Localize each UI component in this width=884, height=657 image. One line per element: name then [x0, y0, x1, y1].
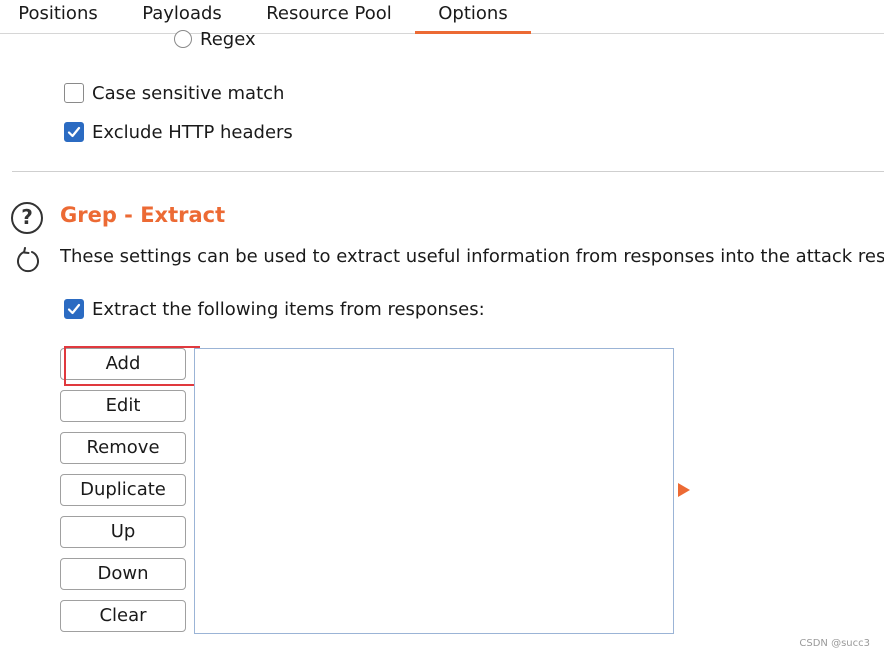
up-button[interactable]: Up: [60, 516, 186, 548]
regex-radio[interactable]: [174, 30, 192, 48]
expand-arrow-icon[interactable]: [678, 483, 690, 497]
watermark: CSDN @succ3: [799, 638, 870, 649]
tab-resource-pool[interactable]: Resource Pool: [256, 0, 402, 31]
edit-button[interactable]: Edit: [60, 390, 186, 422]
regex-label: Regex: [200, 28, 256, 50]
regex-radio-row[interactable]: Regex: [174, 28, 256, 50]
refresh-icon[interactable]: [15, 247, 41, 273]
tab-bar: Positions Payloads Resource Pool Options: [0, 0, 884, 34]
exclude-headers-label: Exclude HTTP headers: [92, 121, 293, 143]
duplicate-button[interactable]: Duplicate: [60, 474, 186, 506]
checkmark-icon: [67, 303, 81, 315]
remove-button[interactable]: Remove: [60, 432, 186, 464]
add-button[interactable]: Add: [60, 348, 186, 380]
exclude-headers-row[interactable]: Exclude HTTP headers: [64, 120, 293, 144]
section-divider: [12, 171, 884, 172]
extract-items-label: Extract the following items from respons…: [92, 298, 485, 320]
section-description: These settings can be used to extract us…: [60, 246, 884, 267]
case-sensitive-label: Case sensitive match: [92, 82, 285, 104]
extract-items-list[interactable]: [194, 348, 674, 634]
case-sensitive-checkbox[interactable]: [64, 83, 84, 103]
case-sensitive-row[interactable]: Case sensitive match: [64, 81, 284, 105]
tab-options[interactable]: Options: [415, 0, 531, 34]
tab-positions[interactable]: Positions: [8, 0, 108, 31]
extract-items-row[interactable]: Extract the following items from respons…: [64, 297, 485, 321]
checkmark-icon: [67, 126, 81, 138]
down-button[interactable]: Down: [60, 558, 186, 590]
help-circle-icon[interactable]: ?: [11, 202, 43, 234]
clear-button[interactable]: Clear: [60, 600, 186, 632]
extract-items-checkbox[interactable]: [64, 299, 84, 319]
section-title: Grep - Extract: [60, 203, 226, 227]
tab-payloads[interactable]: Payloads: [132, 0, 232, 31]
exclude-headers-checkbox[interactable]: [64, 122, 84, 142]
